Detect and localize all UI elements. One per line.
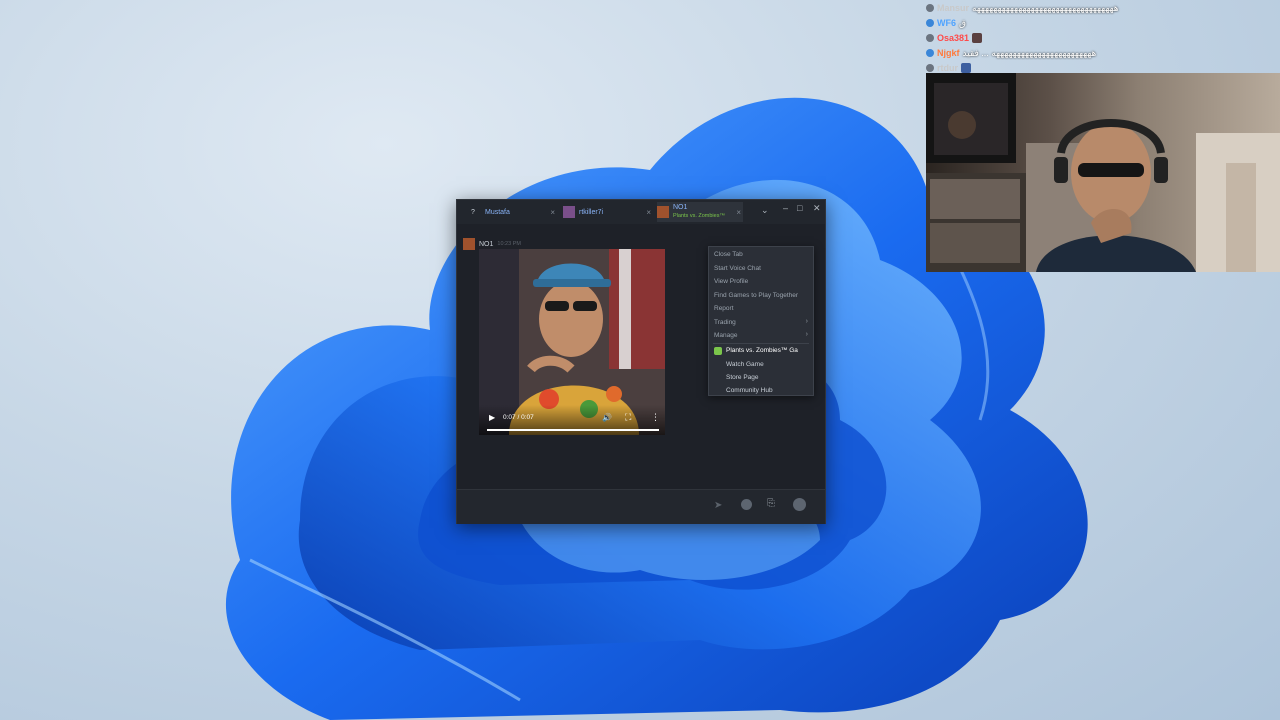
menu-item-view-profile[interactable]: View Profile: [714, 278, 748, 285]
video-controls: ▶ 0:07 / 0:07 🔊 ⛶ ⋮: [479, 405, 665, 435]
tab-label: ?: [471, 208, 475, 216]
tab-context-menu: Close Tab Start Voice Chat View Profile …: [708, 246, 814, 396]
tab-game-status: Plants vs. Zombies™: [673, 213, 725, 219]
video-progress-fill: [487, 429, 659, 431]
video-player[interactable]: ▶ 0:07 / 0:07 🔊 ⛶ ⋮: [479, 249, 665, 435]
play-icon[interactable]: ▶: [489, 413, 495, 422]
chat-message-area: NO1 10:23 PM ▶ 0:07 / 0:07 🔊 ⛶ ⋮ Close T…: [457, 224, 825, 489]
chat-line: Osa381: [926, 31, 1280, 45]
fullscreen-icon[interactable]: ⛶: [625, 412, 631, 423]
menu-game-title: Plants vs. Zombies™ Ga: [726, 347, 798, 354]
menu-item-watch-game[interactable]: Watch Game: [726, 361, 764, 368]
message-time: 10:23 PM: [497, 241, 521, 247]
chevron-right-icon: ›: [805, 331, 808, 338]
menu-item-close-tab[interactable]: Close Tab: [714, 251, 743, 258]
chat-line: WF6 ق: [926, 16, 1280, 30]
emote-icon: [961, 63, 971, 73]
webcam-image: [926, 73, 1280, 272]
avatar: [657, 206, 669, 218]
shield-badge-icon: [926, 64, 934, 72]
menu-item-find-games[interactable]: Find Games to Play Together: [714, 292, 798, 299]
avatar: [563, 206, 575, 218]
tab-dropdown-icon[interactable]: ⌄: [761, 205, 769, 216]
chat-tab-bar: ? Mustafa × rtkiller7i × NO1 Plants vs. …: [457, 200, 825, 224]
tab-rtkiller7i[interactable]: rtkiller7i ×: [563, 202, 653, 222]
maximize-icon[interactable]: □: [797, 203, 802, 213]
tab-label: Mustafa: [485, 208, 510, 216]
avatar: [463, 238, 475, 250]
menu-divider: [713, 343, 809, 344]
close-icon[interactable]: ✕: [813, 203, 821, 214]
voice-icon[interactable]: [793, 498, 806, 511]
shield-badge-icon: [926, 4, 934, 12]
chat-username: Osa381: [937, 33, 970, 43]
shield-badge-icon: [926, 34, 934, 42]
chat-username: Njgkf: [937, 48, 960, 58]
chat-message: ههههههههههههههههههههههههه ... فقيد: [962, 48, 1097, 58]
video-progress-track[interactable]: [487, 429, 659, 431]
tab-mustafa[interactable]: Mustafa ×: [485, 202, 557, 222]
attachment-icon[interactable]: ⎘: [767, 498, 775, 509]
message-input[interactable]: [463, 496, 703, 516]
video-time: 0:07 / 0:07: [503, 414, 534, 421]
tab-label: NO1: [673, 204, 688, 211]
chat-line: Njgkf ههههههههههههههههههههههههه ... فقيد: [926, 46, 1280, 60]
stream-chat-overlay: Mansur ههههههههههههههههههههههههههههههههه…: [926, 0, 1280, 73]
shield-badge-icon: [926, 49, 934, 57]
message-sender: NO1: [479, 240, 494, 248]
menu-item-report[interactable]: Report: [714, 305, 734, 312]
game-icon: [714, 347, 722, 355]
chat-line: Mansur ههههههههههههههههههههههههههههههههه…: [926, 1, 1280, 15]
shield-badge-icon: [926, 19, 934, 27]
minimize-icon[interactable]: –: [783, 203, 788, 213]
chat-username: WF6: [937, 18, 956, 28]
tab-no1[interactable]: NO1 Plants vs. Zombies™ ×: [657, 202, 743, 222]
chevron-right-icon: ›: [805, 318, 808, 325]
more-options-icon[interactable]: ⋮: [651, 412, 660, 423]
emoji-icon[interactable]: [741, 499, 752, 510]
steam-chat-window[interactable]: ? Mustafa × rtkiller7i × NO1 Plants vs. …: [456, 199, 826, 524]
chat-username: Mansur: [937, 3, 970, 13]
chat-message: ق: [959, 18, 966, 28]
menu-item-store-page[interactable]: Store Page: [726, 374, 759, 381]
menu-item-manage[interactable]: Manage: [714, 332, 738, 339]
webcam-feed: [926, 73, 1280, 272]
chat-message: ههههههههههههههههههههههههههههههههههه: [972, 3, 1119, 13]
close-tab-icon[interactable]: ×: [736, 208, 741, 217]
close-tab-icon[interactable]: ×: [550, 208, 555, 217]
tab-label: rtkiller7i: [579, 208, 604, 216]
menu-item-trading[interactable]: Trading: [714, 319, 736, 326]
close-tab-icon[interactable]: ×: [646, 208, 651, 217]
menu-item-start-voice-chat[interactable]: Start Voice Chat: [714, 265, 761, 272]
message-composer: ➤ ⎘: [457, 489, 825, 524]
send-icon[interactable]: ➤: [714, 500, 722, 511]
emote-icon: [972, 33, 983, 43]
menu-item-community-hub[interactable]: Community Hub: [726, 387, 773, 394]
volume-icon[interactable]: 🔊: [602, 413, 612, 422]
